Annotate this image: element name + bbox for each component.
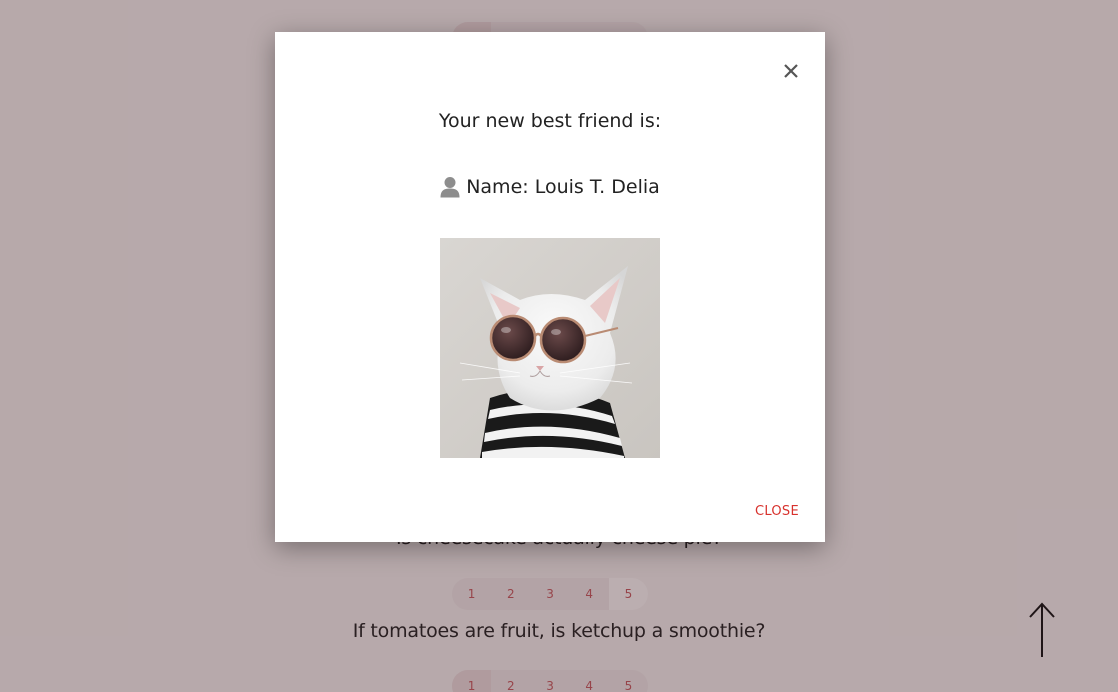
- best-friend-modal: Your new best friend is: Name: Louis T. …: [275, 32, 825, 542]
- modal-heading: Your new best friend is:: [438, 110, 662, 132]
- friend-name-row: Name: Louis T. Delia: [275, 176, 815, 198]
- friend-photo: [440, 238, 660, 458]
- close-icon[interactable]: [779, 58, 803, 82]
- friend-name: Name: Louis T. Delia: [466, 176, 660, 198]
- close-button[interactable]: CLOSE: [755, 504, 799, 519]
- user-icon: [440, 176, 460, 198]
